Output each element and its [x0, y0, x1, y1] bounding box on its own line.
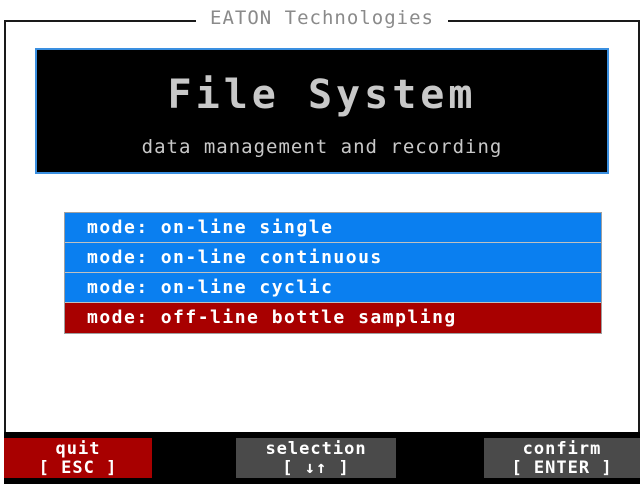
selection-label: selection: [265, 439, 367, 459]
menu-item-online-cyclic[interactable]: mode: on-line cyclic: [65, 273, 601, 303]
menu-item-label: off-line bottle sampling: [160, 307, 457, 328]
menu-item-label: on-line cyclic: [160, 277, 334, 298]
menu-item-label: on-line single: [160, 217, 334, 238]
quit-label: quit: [55, 439, 101, 459]
page-title: File System: [167, 72, 477, 118]
quit-key-hint: [ ESC ]: [38, 458, 118, 478]
mode-menu: mode: on-line single mode: on-line continu…: [64, 212, 602, 334]
menu-item-offline-bottle-sampling[interactable]: mode: off-line bottle sampling: [65, 303, 601, 333]
selection-key-hint: [ ↓↑ ]: [282, 458, 350, 478]
menu-item-prefix: mode:: [87, 277, 149, 298]
menu-item-prefix: mode:: [87, 217, 149, 238]
selection-button[interactable]: selection [ ↓↑ ]: [236, 438, 396, 478]
confirm-button[interactable]: confirm [ ENTER ]: [484, 438, 640, 478]
menu-item-prefix: mode:: [87, 247, 149, 268]
title-banner: File System data management and recordin…: [35, 48, 609, 174]
quit-button[interactable]: quit [ ESC ]: [4, 438, 152, 478]
confirm-label: confirm: [522, 439, 602, 459]
function-key-bar: quit [ ESC ] selection [ ↓↑ ] confirm [ …: [4, 432, 640, 484]
page-subtitle: data management and recording: [141, 136, 503, 158]
menu-item-online-single[interactable]: mode: on-line single: [65, 213, 601, 243]
menu-item-prefix: mode:: [87, 307, 149, 328]
menu-item-online-continuous[interactable]: mode: on-line continuous: [65, 243, 601, 273]
menu-item-label: on-line continuous: [160, 247, 383, 268]
confirm-key-hint: [ ENTER ]: [511, 458, 613, 478]
